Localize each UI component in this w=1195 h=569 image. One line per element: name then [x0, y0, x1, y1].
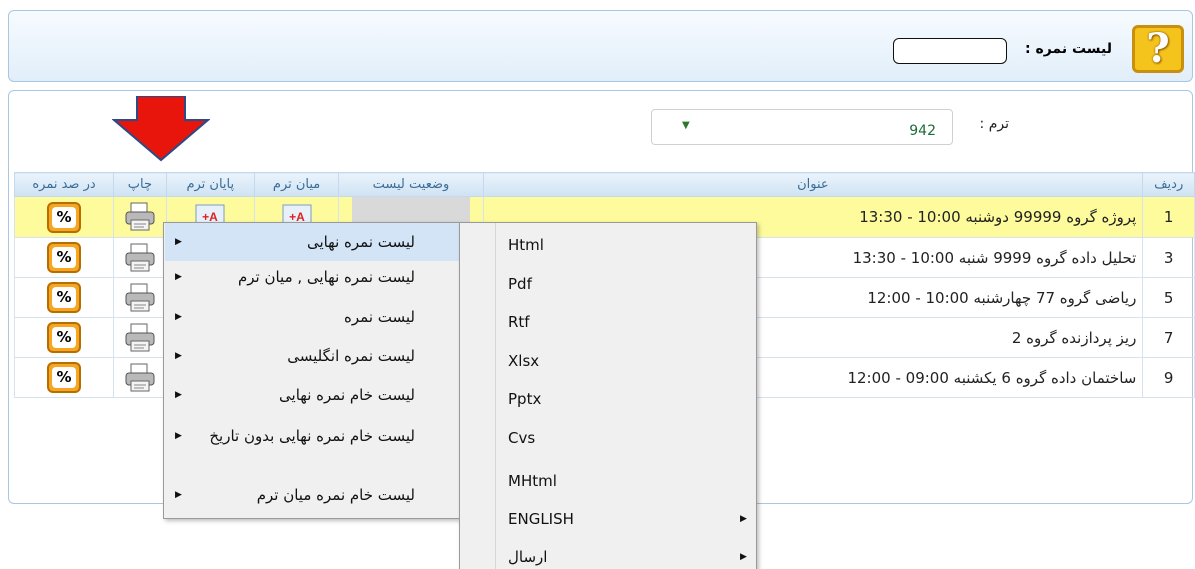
submenu-item[interactable]: Pdf	[508, 274, 748, 294]
context-menu-item[interactable]: لیست نمره ▶	[165, 306, 460, 328]
chevron-down-icon[interactable]: ▼	[682, 120, 690, 131]
percent-icon: %	[52, 206, 76, 228]
menu-item-label: لیست نمره انگلیسی	[287, 347, 415, 365]
submenu-item-label: ENGLISH	[508, 510, 574, 528]
printer-icon[interactable]	[124, 323, 156, 353]
column-header-final: پایان ترم	[165, 172, 255, 197]
print-cell	[113, 317, 167, 358]
menu-separator	[495, 223, 496, 569]
percent-button[interactable]: %	[47, 242, 81, 273]
percent-button[interactable]: %	[47, 201, 81, 233]
help-icon[interactable]: ?	[1132, 25, 1184, 73]
submenu-item-label: Cvs	[508, 429, 536, 447]
column-header-print: چاپ	[113, 172, 167, 197]
printer-icon[interactable]	[124, 202, 156, 232]
column-header-title: عنوان	[482, 172, 1144, 197]
page-title: لیست نمره :	[1024, 41, 1112, 57]
submenu-item-label: Html	[508, 236, 544, 254]
printer-icon[interactable]	[124, 283, 156, 313]
submenu-item-label: Pdf	[508, 275, 532, 293]
row-index: 7	[1142, 317, 1195, 358]
page-header: ? لیست نمره :	[8, 10, 1193, 82]
chevron-right-icon: ▶	[175, 390, 182, 400]
percent-button[interactable]: %	[47, 362, 81, 393]
term-label: ترم :	[979, 116, 1009, 132]
submenu-item[interactable]: Cvs	[508, 428, 748, 448]
submenu-item[interactable]: Html	[508, 235, 748, 255]
percent-icon: %	[52, 367, 76, 388]
submenu-item-label: Rtf	[508, 313, 530, 331]
chevron-right-icon: ▶	[740, 552, 747, 562]
submenu-item-label: Pptx	[508, 390, 542, 408]
print-context-menu: لیست نمره نهایی ▶ لیست نمره نهایی , میان ت…	[163, 222, 461, 519]
submenu-item[interactable]: Pptx	[508, 389, 748, 409]
submenu-item[interactable]: ارسال ▶	[508, 547, 748, 567]
chevron-right-icon: ▶	[175, 351, 182, 361]
row-index: 3	[1142, 237, 1195, 278]
submenu-item-label: ارسال	[508, 548, 548, 566]
column-header-status: وضعیت لیست	[338, 172, 484, 197]
chevron-right-icon: ▶	[175, 272, 182, 282]
percent-icon: %	[52, 287, 76, 308]
chevron-right-icon: ▶	[175, 237, 182, 247]
percent-button[interactable]: %	[47, 282, 81, 313]
column-header-percent: در صد نمره	[13, 172, 115, 197]
percent-icon: %	[52, 327, 76, 348]
chevron-right-icon: ▶	[175, 431, 182, 441]
percent-icon: %	[52, 247, 76, 268]
percent-cell: %	[13, 317, 115, 358]
row-index: 5	[1142, 277, 1195, 318]
column-header-index: رديف	[1142, 172, 1195, 197]
menu-item-label: لیست خام نمره نهایی بدون تاریخ	[209, 427, 415, 445]
percent-cell: %	[13, 277, 115, 318]
chevron-right-icon: ▶	[175, 490, 182, 500]
printer-icon[interactable]	[124, 363, 156, 393]
context-menu-item[interactable]: لیست خام نمره میان ترم ▶	[165, 484, 460, 506]
menu-item-label: لیست خام نمره نهایی	[279, 386, 415, 404]
menu-item-label: لیست خام نمره میان ترم	[256, 486, 415, 504]
submenu-item[interactable]: Rtf	[508, 312, 748, 332]
menu-item-label: لیست نمره نهایی	[306, 233, 415, 251]
term-value: 942	[909, 123, 936, 139]
submenu-item[interactable]: MHtml	[508, 471, 748, 491]
submenu-item[interactable]: ENGLISH ▶	[508, 509, 748, 529]
context-menu-item[interactable]: لیست نمره انگلیسی ▶	[165, 345, 460, 367]
context-menu-item[interactable]: لیست خام نمره نهایی بدون تاریخ ▶	[165, 425, 460, 447]
score-list-input[interactable]	[893, 38, 1007, 64]
submenu-item-label: Xlsx	[508, 352, 540, 370]
red-arrow-icon	[112, 96, 210, 162]
print-cell	[113, 196, 167, 238]
chevron-right-icon: ▶	[175, 312, 182, 322]
submenu-item[interactable]: Xlsx	[508, 351, 748, 371]
menu-item-label: لیست نمره نهایی , میان ترم	[237, 268, 415, 286]
export-format-submenu: Html Pdf Rtf Xlsx Pptx Cvs MHtml ENGLISH ▶ ارسال ▶	[459, 222, 757, 569]
percent-button[interactable]: %	[47, 322, 81, 353]
term-select[interactable]: ▼ 942	[651, 109, 953, 145]
print-cell	[113, 237, 167, 278]
row-index: 9	[1142, 357, 1195, 398]
chevron-right-icon: ▶	[740, 514, 747, 524]
percent-cell: %	[13, 196, 115, 238]
context-menu-item[interactable]: لیست نمره نهایی ▶	[165, 223, 460, 261]
column-header-midterm: میان ترم	[253, 172, 340, 197]
percent-cell: %	[13, 237, 115, 278]
percent-cell: %	[13, 357, 115, 398]
context-menu-item[interactable]: لیست نمره نهایی , میان ترم ▶	[165, 266, 460, 288]
row-index: 1	[1142, 196, 1195, 238]
printer-icon[interactable]	[124, 243, 156, 273]
menu-item-label: لیست نمره	[344, 308, 415, 326]
print-cell	[113, 357, 167, 398]
context-menu-item[interactable]: لیست خام نمره نهایی ▶	[165, 384, 460, 406]
submenu-item-label: MHtml	[508, 472, 557, 490]
print-cell	[113, 277, 167, 318]
